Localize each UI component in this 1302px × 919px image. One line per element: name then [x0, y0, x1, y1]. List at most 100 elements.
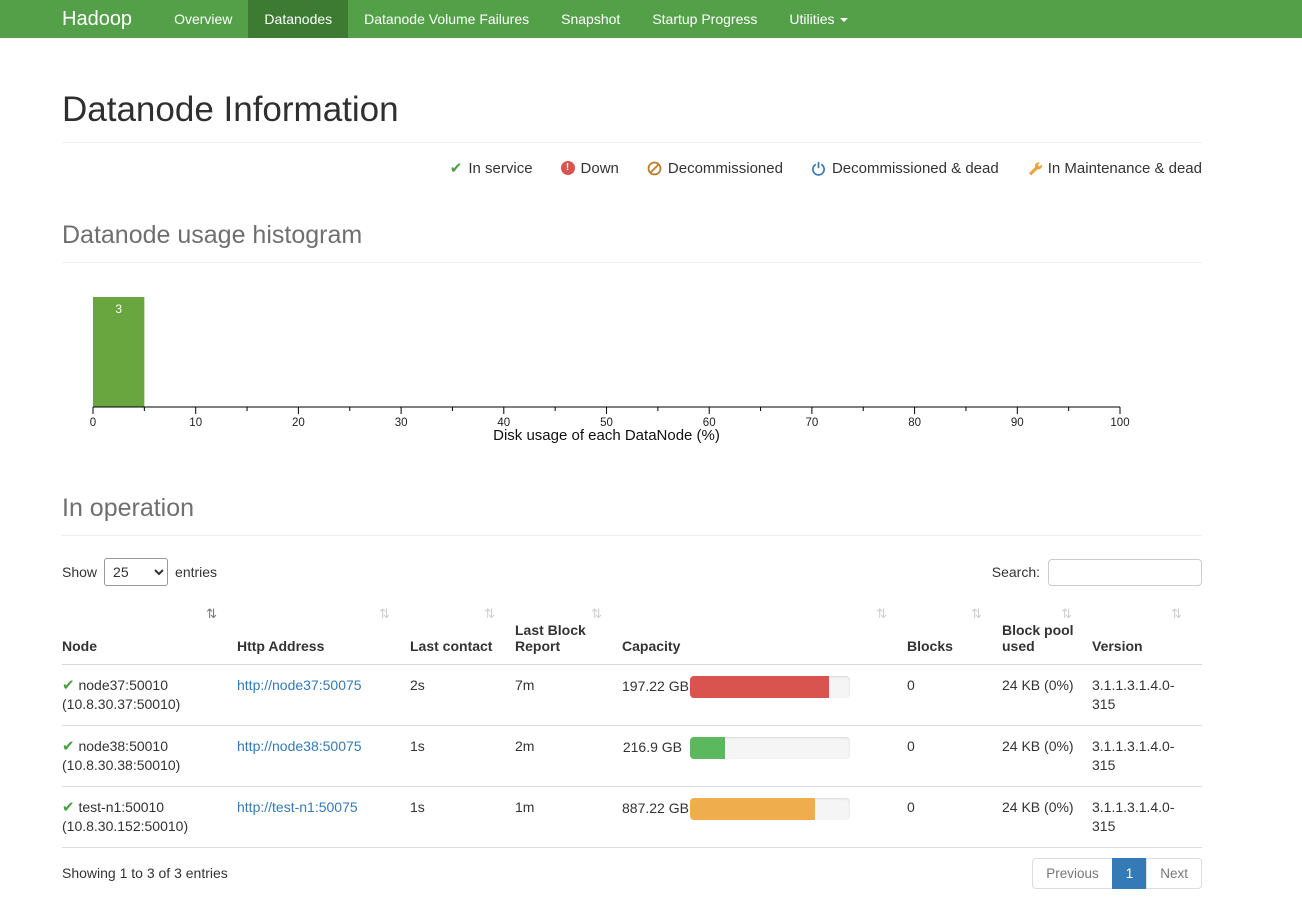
- sort-icon: ⇅: [379, 606, 390, 622]
- node-ip: (10.8.30.37:50010): [62, 695, 227, 714]
- last-contact-cell: 1s: [410, 725, 515, 786]
- search-label: Search:: [992, 564, 1040, 580]
- last-block-report-cell: 7m: [515, 664, 622, 725]
- legend-down: ! Down: [561, 159, 619, 177]
- capacity-value: 887.22 GB: [622, 799, 682, 818]
- entries-label: entries: [175, 564, 217, 580]
- histogram-chart: 30102030405060708090100Disk usage of eac…: [62, 289, 1202, 447]
- block-pool-used-cell: 24 KB (0%): [1002, 664, 1092, 725]
- check-icon: ✔: [62, 738, 75, 755]
- version-cell: 3.1.1.3.1.4.0-315: [1092, 664, 1202, 725]
- column-header-last-contact[interactable]: ⇅Last contact: [410, 600, 515, 664]
- page-title: Datanode Information: [62, 90, 1202, 130]
- svg-text:100: 100: [1110, 417, 1129, 429]
- column-header-last-block-report[interactable]: ⇅Last Block Report: [515, 600, 622, 664]
- svg-text:3: 3: [115, 302, 122, 316]
- version-cell: 3.1.1.3.1.4.0-315: [1092, 786, 1202, 847]
- svg-text:20: 20: [292, 417, 305, 429]
- search-input[interactable]: [1048, 559, 1202, 586]
- legend-label: In Maintenance & dead: [1048, 160, 1202, 177]
- table-row: ✔ node38:50010 (10.8.30.38:50010) http:/…: [62, 725, 1202, 786]
- nav-item-utilities-label: Utilities: [789, 11, 834, 27]
- legend-label: Down: [581, 160, 619, 177]
- show-label: Show: [62, 564, 97, 580]
- svg-text:10: 10: [189, 417, 202, 429]
- page-length-select[interactable]: 25: [104, 558, 168, 586]
- column-header-http-address[interactable]: ⇅Http Address: [237, 600, 410, 664]
- svg-text:Disk usage of each DataNode (%: Disk usage of each DataNode (%): [493, 427, 720, 444]
- legend-maintenance-dead: In Maintenance & dead: [1027, 159, 1202, 177]
- exclamation-circle-icon: !: [561, 161, 575, 175]
- ban-icon: [647, 161, 662, 176]
- column-label: Blocks: [907, 638, 953, 654]
- node-name: node37:50010: [78, 677, 168, 693]
- datanodes-table: ⇅Node ⇅Http Address ⇅Last contact ⇅Last …: [62, 600, 1202, 848]
- legend-label: Decommissioned & dead: [832, 160, 999, 177]
- last-contact-cell: 2s: [410, 664, 515, 725]
- pagination: Previous 1 Next: [1032, 858, 1202, 889]
- column-label: Block pool used: [1002, 622, 1074, 654]
- svg-text:70: 70: [806, 417, 819, 429]
- blocks-cell: 0: [907, 786, 1002, 847]
- nav-item-overview[interactable]: Overview: [158, 0, 248, 38]
- node-ip: (10.8.30.38:50010): [62, 756, 227, 775]
- nav-item-datanodes[interactable]: Datanodes: [248, 0, 348, 38]
- column-label: Version: [1092, 638, 1143, 654]
- sort-icon: ⇅: [1061, 606, 1072, 622]
- svg-text:90: 90: [1011, 417, 1024, 429]
- http-address-link[interactable]: http://node37:50075: [237, 677, 362, 693]
- column-header-capacity[interactable]: ⇅Capacity: [622, 600, 907, 664]
- brand-hadoop[interactable]: Hadoop: [62, 0, 132, 38]
- column-header-node[interactable]: ⇅Node: [62, 600, 237, 664]
- legend-label: Decommissioned: [668, 160, 783, 177]
- http-address-link[interactable]: http://node38:50075: [237, 738, 362, 754]
- nav-item-utilities[interactable]: Utilities: [773, 0, 863, 38]
- sort-icon: ⇅: [1171, 606, 1182, 622]
- node-cell: ✔ node37:50010 (10.8.30.37:50010): [62, 664, 237, 725]
- legend-decommissioned: Decommissioned: [647, 159, 783, 177]
- block-pool-used-cell: 24 KB (0%): [1002, 786, 1092, 847]
- column-header-block-pool-used[interactable]: ⇅Block pool used: [1002, 600, 1092, 664]
- page-1-button[interactable]: 1: [1112, 858, 1148, 889]
- histogram-section-title: Datanode usage histogram: [62, 221, 1202, 250]
- last-contact-cell: 1s: [410, 786, 515, 847]
- node-cell: ✔ test-n1:50010 (10.8.30.152:50010): [62, 786, 237, 847]
- capacity-value: 216.9 GB: [622, 738, 682, 757]
- node-name: node38:50010: [78, 738, 168, 754]
- capacity-progress-bar: [690, 676, 850, 698]
- column-header-version[interactable]: ⇅ Version: [1092, 600, 1202, 664]
- nav-item-datanode-volume-failures[interactable]: Datanode Volume Failures: [348, 0, 545, 38]
- check-icon: ✔: [62, 677, 75, 694]
- nav-item-snapshot[interactable]: Snapshot: [545, 0, 636, 38]
- node-ip: (10.8.30.152:50010): [62, 817, 227, 836]
- divider: [62, 535, 1202, 536]
- nav-item-startup-progress[interactable]: Startup Progress: [636, 0, 773, 38]
- nav-menu: Overview Datanodes Datanode Volume Failu…: [158, 0, 863, 38]
- column-label: Node: [62, 638, 97, 654]
- sort-icon: ⇅: [484, 606, 495, 622]
- column-label: Last Block Report: [515, 622, 586, 654]
- table-search: Search:: [992, 559, 1202, 586]
- datanode-usage-histogram: 30102030405060708090100Disk usage of eac…: [62, 289, 1202, 450]
- sort-icon: ⇅: [971, 606, 982, 622]
- top-navbar: Hadoop Overview Datanodes Datanode Volum…: [0, 0, 1302, 38]
- check-icon: ✔: [450, 159, 463, 177]
- column-label: Capacity: [622, 638, 680, 654]
- table-header-row: ⇅Node ⇅Http Address ⇅Last contact ⇅Last …: [62, 600, 1202, 664]
- column-header-blocks[interactable]: ⇅ Blocks: [907, 600, 1002, 664]
- last-block-report-cell: 2m: [515, 725, 622, 786]
- page-length-control: Show 25 entries: [62, 558, 217, 586]
- node-status-legend: ✔ In service ! Down Decommissioned Decom…: [62, 159, 1202, 177]
- http-address-link[interactable]: http://test-n1:50075: [237, 799, 358, 815]
- legend-in-service: ✔ In service: [450, 159, 533, 177]
- svg-text:30: 30: [395, 417, 408, 429]
- next-page-button[interactable]: Next: [1146, 858, 1202, 889]
- node-name: test-n1:50010: [78, 799, 164, 815]
- previous-page-button[interactable]: Previous: [1032, 858, 1113, 889]
- svg-text:80: 80: [908, 417, 921, 429]
- node-cell: ✔ node38:50010 (10.8.30.38:50010): [62, 725, 237, 786]
- caret-down-icon: [840, 18, 848, 22]
- wrench-icon: [1027, 161, 1042, 176]
- capacity-progress-bar: [690, 798, 850, 820]
- capacity-value: 197.22 GB: [622, 677, 682, 696]
